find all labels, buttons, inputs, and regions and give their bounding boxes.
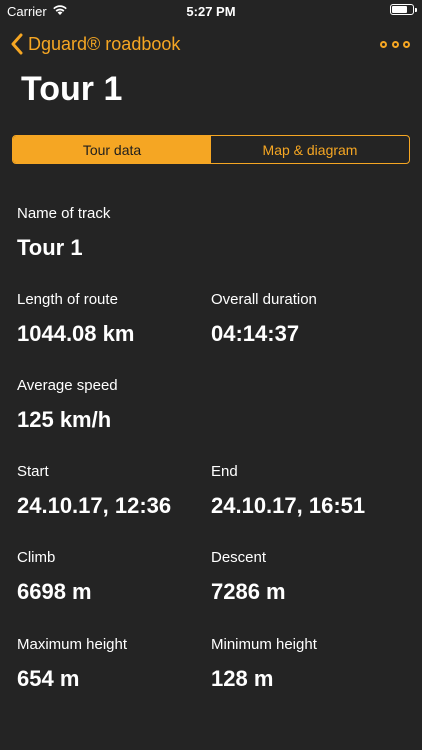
field-name-of-track: Name of track Tour 1 [17, 205, 110, 261]
battery-level [392, 6, 408, 13]
more-dot-icon [380, 40, 387, 48]
field-start: Start 24.10.17, 12:36 [17, 463, 171, 519]
field-average-speed: Average speed 125 km/h [17, 377, 118, 433]
battery-icon [390, 4, 417, 15]
field-end: End 24.10.17, 16:51 [211, 463, 365, 519]
field-label: End [211, 463, 238, 480]
field-value: 1044.08 km [17, 321, 135, 346]
field-length-of-route: Length of route 1044.08 km [17, 291, 134, 347]
field-label: Average speed [17, 377, 118, 394]
field-label: Overall duration [211, 291, 317, 308]
field-minimum-height: Minimum height 128 m [211, 636, 317, 692]
field-maximum-height: Maximum height 654 m [17, 636, 127, 692]
field-value: 654 m [17, 666, 80, 691]
field-value: 128 m [211, 666, 274, 691]
field-label: Minimum height [211, 636, 317, 653]
back-button-label: Dguard® roadbook [28, 33, 181, 54]
field-label: Descent [211, 549, 267, 566]
field-overall-duration: Overall duration 04:14:37 [211, 291, 317, 347]
page-title: Tour 1 [21, 70, 123, 108]
tab-map-diagram[interactable]: Map & diagram [211, 136, 409, 163]
field-label: Start [17, 463, 49, 480]
back-button[interactable]: Dguard® roadbook [10, 31, 180, 57]
field-climb: Climb 6698 m [17, 549, 92, 605]
clock: 5:27 PM [186, 4, 236, 19]
more-options-button[interactable] [380, 37, 410, 51]
chevron-left-icon [11, 33, 23, 55]
navigation-bar: Dguard® roadbook [0, 22, 422, 66]
field-value: 24.10.17, 16:51 [211, 493, 366, 518]
field-label: Climb [17, 549, 56, 566]
field-label: Name of track [17, 205, 111, 222]
field-value: Tour 1 [17, 235, 83, 260]
field-label: Length of route [17, 291, 118, 308]
tab-tour-data[interactable]: Tour data [13, 136, 211, 163]
field-value: 24.10.17, 12:36 [17, 493, 172, 518]
more-dot-icon [403, 40, 410, 48]
field-value: 7286 m [211, 579, 286, 604]
segmented-control: Tour data Map & diagram [12, 135, 410, 164]
field-label: Maximum height [17, 636, 128, 653]
more-dot-icon [391, 40, 399, 48]
field-value: 04:14:37 [211, 321, 300, 346]
field-value: 125 km/h [17, 407, 112, 432]
status-bar: Carrier 5:27 PM [0, 0, 422, 22]
field-descent: Descent 7286 m [211, 549, 286, 605]
field-value: 6698 m [17, 579, 92, 604]
